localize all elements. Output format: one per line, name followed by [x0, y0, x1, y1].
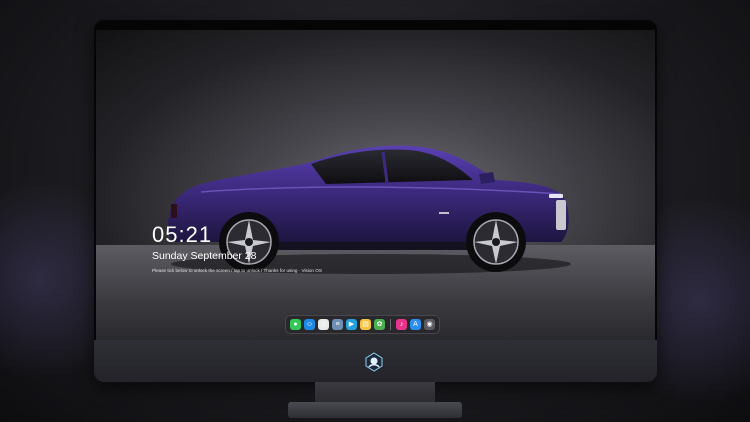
lock-date: Sunday September 28 — [152, 250, 257, 262]
monitor-stand-neck — [315, 382, 435, 404]
brand-logo-icon — [365, 352, 383, 372]
lock-screen[interactable]: 05:21 Sunday September 28 Please tick be… — [96, 30, 655, 340]
monitor: 05:21 Sunday September 28 Please tick be… — [94, 20, 657, 382]
dock-messages-icon[interactable]: ● — [290, 319, 301, 330]
dock-camera-icon[interactable]: ◉ — [424, 319, 435, 330]
desktop-scene: 05:21 Sunday September 28 Please tick be… — [0, 0, 750, 422]
monitor-chin — [94, 340, 657, 382]
dock-safari-icon[interactable]: ◎ — [318, 319, 329, 330]
dock-notes-icon[interactable]: ▤ — [360, 319, 371, 330]
dock-music-icon[interactable]: ♪ — [396, 319, 407, 330]
lock-clock: 05:21 — [152, 222, 213, 247]
dock-app-store-icon[interactable]: A — [410, 319, 421, 330]
dock-movies-icon[interactable]: ▶ — [346, 319, 357, 330]
monitor-stand-base — [288, 402, 462, 418]
unlock-hint: Please tick below to unlock the screen /… — [152, 268, 322, 273]
dock-photos-icon[interactable]: ✿ — [374, 319, 385, 330]
dock-separator — [390, 319, 391, 330]
dock-notes-pad-icon[interactable]: ≡ — [332, 319, 343, 330]
dock-finder-icon[interactable]: ☺ — [304, 319, 315, 330]
dock: ● ☺ ◎ ≡ ▶ ▤ ✿ ♪ A ◉ — [285, 315, 440, 334]
